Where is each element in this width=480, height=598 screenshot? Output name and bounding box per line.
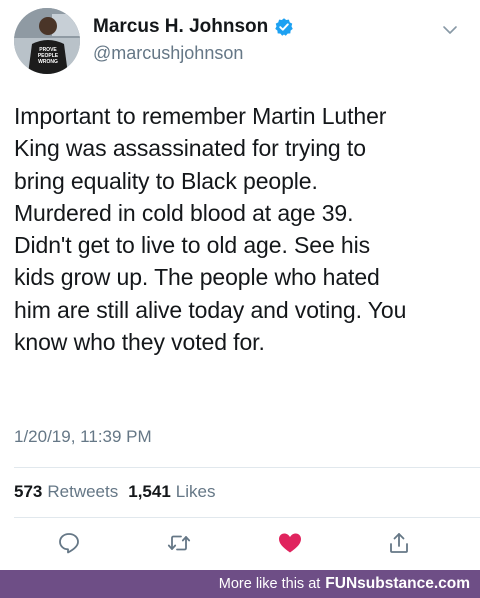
tweet-stats: 573 Retweets 1,541 Likes: [14, 482, 225, 502]
reply-icon[interactable]: [56, 530, 82, 556]
retweets-label[interactable]: Retweets: [47, 482, 118, 502]
user-handle[interactable]: @marcushjohnson: [93, 42, 243, 64]
retweet-icon[interactable]: [166, 530, 192, 556]
name-row: Marcus H. Johnson: [93, 16, 294, 38]
avatar[interactable]: PROVE PEOPLE WRONG: [14, 8, 80, 74]
tweet-header: PROVE PEOPLE WRONG Marcus H. Johnson @ma…: [0, 0, 480, 95]
chevron-down-icon[interactable]: [442, 22, 458, 38]
footer-brand[interactable]: FUNsubstance.com: [325, 575, 470, 593]
tweet-actions: [0, 530, 480, 560]
tweet-timestamp[interactable]: 1/20/19, 11:39 PM: [14, 427, 152, 447]
likes-count[interactable]: 1,541: [128, 482, 171, 502]
svg-text:WRONG: WRONG: [38, 59, 58, 65]
footer-prefix: More like this at: [218, 576, 321, 592]
display-name[interactable]: Marcus H. Johnson: [93, 16, 268, 38]
divider: [14, 467, 480, 468]
verified-badge-icon: [274, 17, 294, 37]
retweets-count[interactable]: 573: [14, 482, 42, 502]
likes-label[interactable]: Likes: [176, 482, 216, 502]
share-icon[interactable]: [386, 530, 412, 556]
divider: [14, 517, 480, 518]
watermark-footer: More like this at FUNsubstance.com: [0, 570, 480, 598]
tweet-text: Important to remember Martin Luther King…: [14, 103, 407, 356]
avatar-image: PROVE PEOPLE WRONG: [14, 8, 80, 74]
heart-icon[interactable]: [277, 530, 303, 556]
